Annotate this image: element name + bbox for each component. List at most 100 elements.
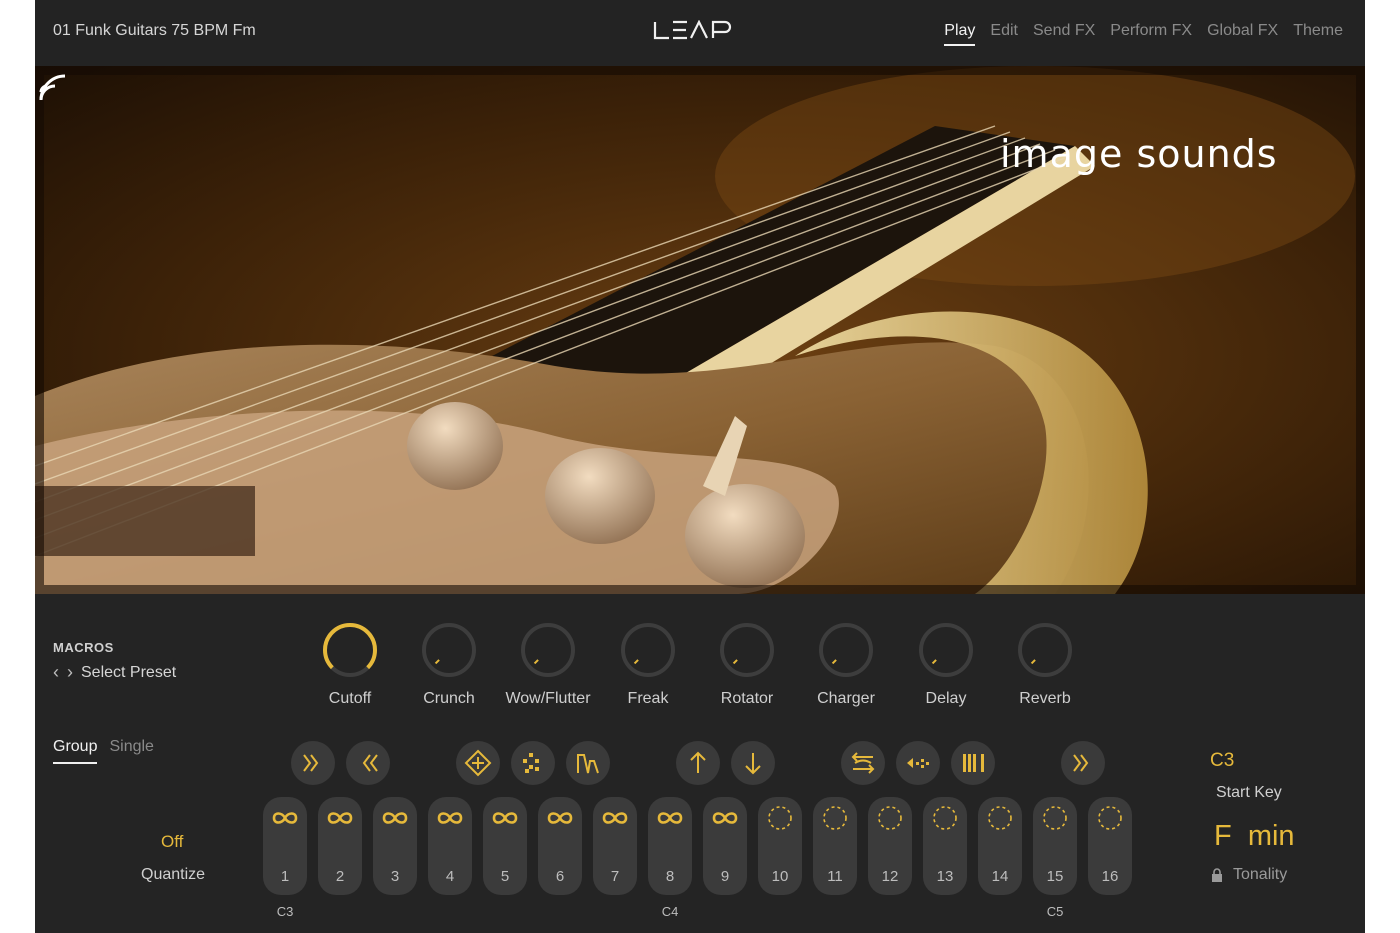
loop-icon	[437, 812, 463, 824]
sample-pad-6[interactable]: 6	[538, 797, 582, 895]
one-shot-icon	[823, 806, 847, 830]
macro-knob-delay[interactable]: Delay	[891, 620, 1001, 708]
sample-pad-1[interactable]: 1	[263, 797, 307, 895]
one-shot-icon	[988, 806, 1012, 830]
sample-pad-7[interactable]: 7	[593, 797, 637, 895]
pad-number: 5	[500, 868, 510, 885]
pad-number: 2	[335, 868, 345, 885]
prev-preset-icon[interactable]: ‹	[53, 662, 59, 683]
action-button-bars[interactable]	[951, 741, 995, 785]
knob-label: Crunch	[423, 690, 475, 707]
sample-pad-10[interactable]: 10	[758, 797, 802, 895]
pad-number: 1	[280, 868, 290, 885]
one-shot-icon	[1043, 806, 1067, 830]
sample-pad-15[interactable]: 15	[1033, 797, 1077, 895]
pad-number: 8	[665, 868, 675, 885]
pad-number: 12	[881, 868, 899, 885]
action-button-envelope-shape[interactable]	[566, 741, 610, 785]
tab-edit[interactable]: Edit	[990, 22, 1018, 46]
loop-icon	[382, 812, 408, 824]
action-button-arrow-up[interactable]	[676, 741, 720, 785]
action-button-shuffle-diamond[interactable]	[456, 741, 500, 785]
one-shot-icon	[1098, 806, 1122, 830]
pad-number: 16	[1101, 868, 1119, 885]
tonality-row: Tonality	[1211, 866, 1287, 884]
knob-dial[interactable]	[1015, 620, 1075, 680]
knob-dial[interactable]	[618, 620, 678, 680]
loop-icon	[712, 812, 738, 824]
sample-pad-3[interactable]: 3	[373, 797, 417, 895]
octave-label-c4: C4	[661, 904, 679, 919]
knob-label: Cutoff	[328, 690, 372, 707]
loop-icon	[272, 812, 298, 824]
macro-knob-freak[interactable]: Freak	[593, 620, 703, 708]
macro-knob-charger[interactable]: Charger	[791, 620, 901, 708]
pad-number: 10	[771, 868, 789, 885]
pad-number: 11	[827, 868, 843, 885]
fast-forward-icon	[1073, 754, 1089, 772]
arrow-down-icon	[745, 753, 761, 775]
sample-pad-8[interactable]: 8	[648, 797, 692, 895]
quantize-value[interactable]: Off	[161, 832, 183, 852]
sample-pad-2[interactable]: 2	[318, 797, 362, 895]
main-nav: Play Edit Send FX Perform FX Global FX T…	[944, 22, 1343, 46]
tab-perform-fx[interactable]: Perform FX	[1110, 22, 1192, 46]
shuffle-diamond-icon	[464, 749, 492, 777]
start-key-value[interactable]: C3	[1210, 750, 1234, 772]
mode-toggle: Group Single	[53, 738, 154, 764]
action-button-random-diamond[interactable]	[511, 741, 555, 785]
knob-dial[interactable]	[816, 620, 876, 680]
preset-name: 01 Funk Guitars 75 BPM Fm	[53, 22, 256, 39]
knob-dial[interactable]	[717, 620, 777, 680]
tonality-value[interactable]: F min	[1214, 820, 1295, 853]
header-bar: 01 Funk Guitars 75 BPM Fm Play Edit Send…	[35, 0, 1365, 66]
mode-group[interactable]: Group	[53, 738, 98, 764]
knob-dial[interactable]	[320, 620, 380, 680]
one-shot-icon	[878, 806, 902, 830]
sample-pad-14[interactable]: 14	[978, 797, 1022, 895]
sample-pad-13[interactable]: 13	[923, 797, 967, 895]
knob-dial[interactable]	[916, 620, 976, 680]
sample-pad-4[interactable]: 4	[428, 797, 472, 895]
tonality-label: Tonality	[1233, 866, 1288, 883]
fast-forward-icon	[303, 754, 319, 772]
brand-logo-text: image sounds	[1000, 132, 1278, 176]
octave-label-c5: C5	[1046, 904, 1064, 919]
lock-icon[interactable]	[1211, 868, 1223, 882]
select-preset-label[interactable]: Select Preset	[81, 664, 176, 682]
reverse-icon	[907, 758, 929, 768]
preset-selector: ‹ › Select Preset	[53, 662, 176, 683]
action-button-swap[interactable]	[841, 741, 885, 785]
mode-single[interactable]: Single	[109, 738, 153, 764]
octave-label-c3: C3	[276, 904, 294, 919]
envelope-shape-icon	[577, 754, 599, 774]
macro-knob-cutoff[interactable]: Cutoff	[295, 620, 405, 708]
tab-play[interactable]: Play	[944, 22, 976, 46]
sample-pad-11[interactable]: 11	[813, 797, 857, 895]
macro-knob-rotator[interactable]: Rotator	[692, 620, 802, 708]
macro-knob-crunch[interactable]: Crunch	[394, 620, 504, 708]
tab-global-fx[interactable]: Global FX	[1207, 22, 1278, 46]
loop-icon	[547, 812, 573, 824]
knob-dial[interactable]	[518, 620, 578, 680]
tab-theme[interactable]: Theme	[1293, 22, 1343, 46]
action-button-fast-forward[interactable]	[1061, 741, 1105, 785]
sample-pad-5[interactable]: 5	[483, 797, 527, 895]
loop-icon	[657, 812, 683, 824]
sample-pad-9[interactable]: 9	[703, 797, 747, 895]
start-key-label: Start Key	[1216, 784, 1282, 801]
next-preset-icon[interactable]: ›	[67, 662, 73, 683]
action-button-arrow-down[interactable]	[731, 741, 775, 785]
sample-pad-16[interactable]: 16	[1088, 797, 1132, 895]
action-button-fast-forward[interactable]	[291, 741, 335, 785]
macro-knob-wow-flutter[interactable]: Wow/Flutter	[493, 620, 603, 708]
action-button-reverse[interactable]	[896, 741, 940, 785]
one-shot-icon	[933, 806, 957, 830]
knob-dial[interactable]	[419, 620, 479, 680]
sample-pad-12[interactable]: 12	[868, 797, 912, 895]
macro-knob-reverb[interactable]: Reverb	[990, 620, 1100, 708]
tab-send-fx[interactable]: Send FX	[1033, 22, 1095, 46]
instrument-artwork: image sounds	[35, 66, 1365, 594]
swap-icon	[851, 752, 875, 774]
action-button-rewind[interactable]	[346, 741, 390, 785]
